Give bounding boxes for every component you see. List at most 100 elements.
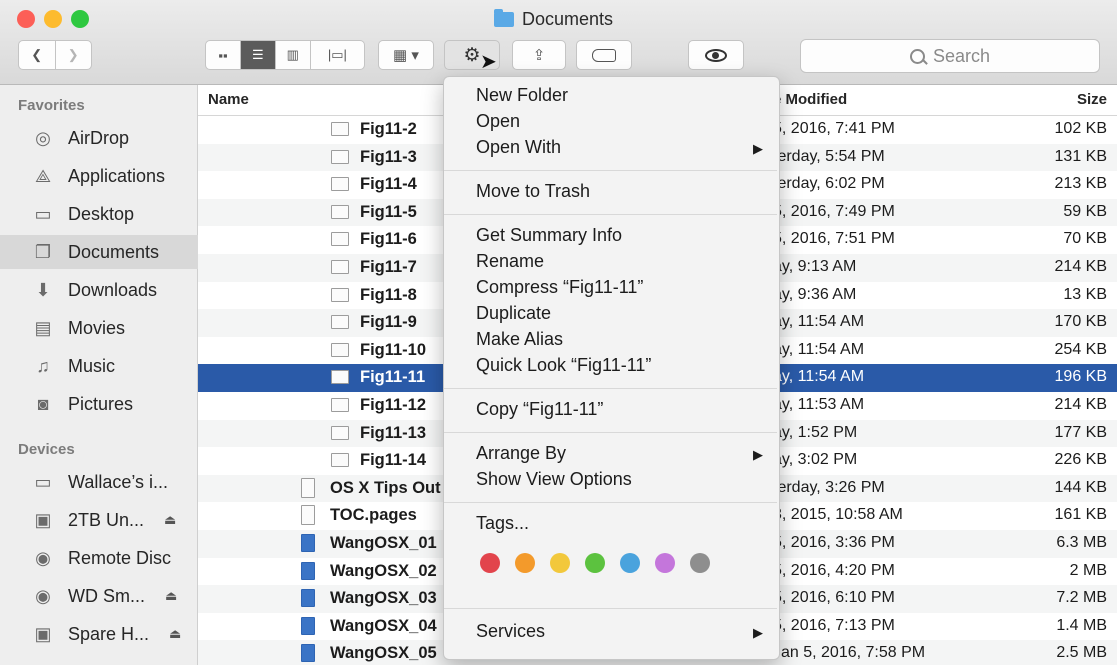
file-date-modified: ay, 9:36 AM bbox=[773, 285, 857, 303]
column-header-modified[interactable]: e Modified bbox=[773, 91, 847, 108]
tag-color-green[interactable] bbox=[585, 553, 605, 573]
sidebar-item-pictures[interactable]: ◙ Pictures bbox=[0, 387, 198, 421]
image-file-icon bbox=[331, 315, 349, 330]
close-window-button[interactable] bbox=[17, 10, 35, 28]
menu-item-rename[interactable]: Rename bbox=[476, 251, 544, 272]
file-date-modified: terday, 5:54 PM bbox=[773, 147, 885, 165]
tag-button[interactable] bbox=[576, 40, 632, 70]
back-button[interactable]: ❮ bbox=[19, 41, 56, 69]
menu-item-get-summary-info[interactable]: Get Summary Info bbox=[476, 225, 622, 246]
cover-flow-button[interactable]: |▭| bbox=[311, 41, 364, 69]
file-date-modified: terday, 3:26 PM bbox=[773, 478, 885, 496]
tag-color-blue[interactable] bbox=[620, 553, 640, 573]
sidebar-item-remote-disc[interactable]: ◉ Remote Disc bbox=[0, 541, 198, 575]
share-button[interactable]: ⇪ bbox=[512, 40, 566, 70]
file-date-modified: ay, 3:02 PM bbox=[773, 451, 858, 469]
sidebar-item-label: Music bbox=[68, 355, 116, 376]
sidebar-item-2tb-drive[interactable]: ▣ 2TB Un... ⏏ bbox=[0, 503, 198, 537]
file-date-modified: 5, 2016, 7:51 PM bbox=[773, 230, 895, 248]
sidebar-item-label: Wallace’s i... bbox=[68, 471, 169, 492]
forward-button[interactable]: ❯ bbox=[56, 41, 92, 69]
menu-item-arrange-by[interactable]: Arrange By bbox=[476, 443, 566, 464]
sidebar-item-airdrop[interactable]: ◎ AirDrop bbox=[0, 121, 198, 155]
column-view-button[interactable]: ▥ bbox=[276, 41, 311, 69]
tag-color-yellow[interactable] bbox=[550, 553, 570, 573]
image-file-icon bbox=[331, 342, 349, 357]
menu-separator bbox=[444, 432, 777, 433]
menu-item-quick-look[interactable]: Quick Look “Fig11-11” bbox=[476, 355, 651, 376]
mouse-pointer-icon: ➤ bbox=[480, 51, 497, 73]
drive-icon: ▣ bbox=[34, 509, 52, 530]
tag-color-orange[interactable] bbox=[515, 553, 535, 573]
menu-item-copy[interactable]: Copy “Fig11-11” bbox=[476, 399, 603, 420]
file-name: Fig11-13 bbox=[360, 423, 427, 442]
minimize-window-button[interactable] bbox=[44, 10, 62, 28]
sidebar-item-wd-drive[interactable]: ◉ WD Sm... ⏏ bbox=[0, 579, 198, 613]
dropdown-caret: ▾ bbox=[411, 47, 419, 64]
folder-icon bbox=[494, 9, 514, 27]
quick-look-button[interactable] bbox=[688, 40, 744, 70]
tag-color-red[interactable] bbox=[480, 553, 500, 573]
image-file-icon bbox=[331, 232, 349, 247]
file-size: 1.4 MB bbox=[1056, 616, 1107, 634]
column-header-size[interactable]: Size bbox=[1077, 91, 1107, 108]
list-icon: ☰ bbox=[252, 47, 264, 62]
eject-icon[interactable]: ⏏ bbox=[164, 512, 176, 528]
sidebar: Favorites ◎ AirDrop ⟁ Applications ▭ Deskto… bbox=[0, 85, 198, 665]
file-name: TOC.pages bbox=[330, 506, 417, 525]
search-icon bbox=[909, 48, 928, 65]
menu-item-tags[interactable]: Tags... bbox=[476, 513, 529, 534]
menu-item-show-view-options[interactable]: Show View Options bbox=[476, 469, 632, 490]
sidebar-item-documents[interactable]: ❐ Documents bbox=[0, 235, 198, 269]
menu-item-open-with[interactable]: Open With bbox=[476, 137, 561, 158]
tag-color-purple[interactable] bbox=[655, 553, 675, 573]
back-forward-control: ❮ ❯ bbox=[18, 40, 92, 70]
menu-item-new-folder[interactable]: New Folder bbox=[476, 85, 568, 106]
devices-header: Devices bbox=[18, 441, 75, 458]
image-file-icon bbox=[331, 204, 349, 219]
menu-item-compress[interactable]: Compress “Fig11-11” bbox=[476, 277, 643, 298]
file-name: WangOSX_05 bbox=[330, 644, 437, 663]
menu-item-duplicate[interactable]: Duplicate bbox=[476, 303, 551, 324]
arrange-button[interactable]: ▦ ▾ bbox=[378, 40, 434, 70]
eject-icon[interactable]: ⏏ bbox=[165, 588, 177, 604]
submenu-arrow-icon: ▶ bbox=[753, 447, 763, 462]
music-icon: ♫ bbox=[36, 355, 50, 376]
image-file-icon bbox=[331, 370, 349, 385]
word-document-icon bbox=[301, 644, 315, 663]
view-mode-control: ▪▪ ☰ ▥ |▭| bbox=[205, 40, 365, 70]
document-icon bbox=[301, 505, 315, 526]
menu-item-open[interactable]: Open bbox=[476, 111, 520, 132]
search-field[interactable]: Search bbox=[800, 39, 1100, 73]
menu-separator bbox=[444, 388, 777, 389]
menu-item-services[interactable]: Services bbox=[476, 621, 545, 642]
menu-item-make-alias[interactable]: Make Alias bbox=[476, 329, 563, 350]
menu-item-move-to-trash[interactable]: Move to Trash bbox=[476, 181, 590, 202]
sidebar-item-label: Desktop bbox=[68, 203, 135, 224]
file-name: WangOSX_04 bbox=[330, 616, 437, 635]
sidebar-item-spare-drive[interactable]: ▣ Spare H... ⏏ bbox=[0, 617, 198, 651]
file-name: Fig11-7 bbox=[360, 258, 417, 276]
desktop-icon: ▭ bbox=[34, 203, 52, 224]
sidebar-item-label: Spare H... bbox=[68, 623, 150, 644]
drive-icon: ▣ bbox=[34, 623, 52, 644]
share-icon: ⇪ bbox=[532, 47, 546, 64]
action-context-menu: New Folder Open Open With ▶ Move to Tras… bbox=[443, 76, 780, 660]
list-view-button[interactable]: ☰ bbox=[240, 41, 276, 69]
sidebar-item-computer[interactable]: ▭ Wallace’s i... bbox=[0, 465, 198, 499]
eject-icon[interactable]: ⏏ bbox=[169, 626, 181, 642]
sidebar-item-label: Remote Disc bbox=[68, 547, 172, 568]
sidebar-item-desktop[interactable]: ▭ Desktop bbox=[0, 197, 198, 231]
sidebar-item-downloads[interactable]: ⬇ Downloads bbox=[0, 273, 198, 307]
icon-view-button[interactable]: ▪▪ bbox=[206, 41, 241, 69]
movies-icon: ▤ bbox=[34, 317, 52, 338]
sidebar-item-music[interactable]: ♫ Music bbox=[0, 349, 198, 383]
sidebar-item-applications[interactable]: ⟁ Applications bbox=[0, 159, 198, 193]
tag-color-gray[interactable] bbox=[690, 553, 710, 573]
file-size: 213 KB bbox=[1054, 175, 1107, 193]
file-size: 6.3 MB bbox=[1056, 534, 1107, 551]
sidebar-item-movies[interactable]: ▤ Movies bbox=[0, 311, 198, 345]
column-header-name[interactable]: Name bbox=[208, 91, 249, 108]
zoom-window-button[interactable] bbox=[71, 10, 89, 28]
title-bar: Documents ❮ ❯ ▪▪ ☰ ▥ |▭| ▦ ▾ ⚙ ⇪ Search bbox=[0, 0, 1117, 85]
